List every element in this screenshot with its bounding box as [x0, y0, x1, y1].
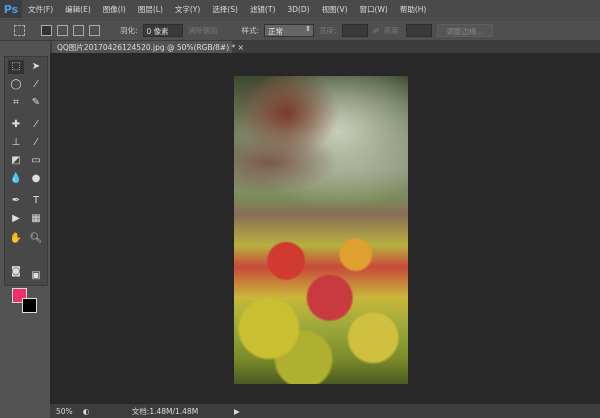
height-input[interactable] — [406, 23, 433, 37]
document-tab-bar: QQ图片20170426124520.jpg @ 50%(RGB/8#) * × — [50, 41, 600, 53]
quick-select-icon[interactable]: ⁄ — [28, 78, 44, 92]
document-canvas[interactable] — [50, 53, 600, 404]
menu-3d[interactable]: 3D(D) — [281, 5, 315, 14]
feather-input[interactable]: 0 像素 — [142, 23, 183, 37]
rectangle-shape-icon[interactable]: ▦ — [28, 212, 44, 226]
path-select-icon[interactable]: ▶ — [8, 212, 24, 226]
menu-image[interactable]: 图像(I) — [97, 4, 132, 15]
height-label: 高度: — [383, 25, 402, 35]
menu-type[interactable]: 文字(Y) — [169, 4, 206, 15]
gradient-icon[interactable]: ▭ — [28, 154, 44, 168]
status-info-icon[interactable]: ◐ — [80, 407, 92, 416]
doc-size: 文档:1.48M/1.48M — [131, 406, 199, 416]
style-select[interactable]: 正常 — [264, 23, 315, 37]
options-bar: 羽化: 0 像素 消除锯齿 样式: 正常 宽度: ⇄ 高度: 调整边缘... — [0, 19, 600, 41]
status-bar: 50% ◐ 文档:1.48M/1.48M ▶ — [50, 404, 600, 418]
stamp-icon[interactable]: ⊥ — [8, 136, 24, 150]
photoshop-logo: Ps — [0, 0, 22, 18]
new-selection-icon[interactable] — [41, 24, 52, 36]
eyedropper-icon[interactable]: ✎ — [28, 96, 44, 110]
swap-icon[interactable]: ⇄ — [373, 26, 379, 35]
menu-filter[interactable]: 滤镜(T) — [244, 4, 281, 15]
add-selection-icon[interactable] — [57, 24, 68, 36]
pen-icon[interactable]: ✒ — [8, 194, 24, 208]
refine-edge-button[interactable]: 调整边缘... — [437, 23, 493, 37]
dodge-icon[interactable]: ● — [28, 172, 44, 186]
menu-layer[interactable]: 图层(L) — [132, 4, 169, 15]
document-tab[interactable]: QQ图片20170426124520.jpg @ 50%(RGB/8#) * × — [52, 41, 244, 53]
marquee-preset-icon[interactable] — [14, 24, 25, 36]
tools-strip: ⬚ ➤ ◯ ⁄ ⌗ ✎ ✚ ⁄ ⊥ ⁄ ◩ ▭ 💧 ● ✒ T ▶ ▦ ✋ 🔍︎… — [4, 56, 48, 286]
quick-mask-icon[interactable]: ◙ — [8, 265, 24, 279]
style-label: 样式: — [241, 25, 260, 35]
status-menu-arrow-icon[interactable]: ▶ — [234, 407, 240, 416]
menu-select[interactable]: 选择(S) — [206, 4, 244, 15]
crop-icon[interactable]: ⌗ — [8, 96, 24, 110]
zoom-level[interactable]: 50% — [50, 407, 80, 416]
brush-icon[interactable]: ⁄ — [28, 118, 44, 132]
menu-view[interactable]: 视图(V) — [316, 4, 354, 15]
subtract-selection-icon[interactable] — [73, 24, 84, 36]
width-label: 宽度: — [319, 25, 337, 35]
menu-edit[interactable]: 编辑(E) — [59, 4, 97, 15]
type-icon[interactable]: T — [28, 194, 44, 208]
rect-marquee-icon[interactable]: ⬚ — [8, 60, 24, 74]
zoom-icon[interactable]: 🔍︎ — [28, 232, 44, 246]
close-tab-icon[interactable]: × — [238, 43, 244, 52]
intersect-selection-icon[interactable] — [89, 24, 100, 36]
screen-mode-icon[interactable]: ▣ — [28, 269, 44, 283]
eraser-icon[interactable]: ◩ — [8, 154, 24, 168]
menu-help[interactable]: 帮助(H) — [394, 4, 433, 15]
photo-image — [234, 76, 408, 384]
tools-panel: ⬚ ➤ ◯ ⁄ ⌗ ✎ ✚ ⁄ ⊥ ⁄ ◩ ▭ 💧 ● ✒ T ▶ ▦ ✋ 🔍︎… — [0, 52, 50, 418]
menu-bar: Ps 文件(F) 编辑(E) 图像(I) 图层(L) 文字(Y) 选择(S) 滤… — [0, 0, 600, 18]
lasso-icon[interactable]: ◯ — [8, 78, 24, 92]
menu-file[interactable]: 文件(F) — [22, 4, 59, 15]
hand-icon[interactable]: ✋ — [8, 232, 24, 246]
width-input[interactable] — [341, 23, 368, 37]
healing-brush-icon[interactable]: ✚ — [8, 118, 24, 132]
background-color-swatch[interactable] — [22, 298, 37, 313]
menu-window[interactable]: 窗口(W) — [354, 4, 394, 15]
blur-icon[interactable]: 💧 — [8, 172, 24, 186]
antialias-checkbox[interactable]: 消除锯齿 — [188, 25, 218, 36]
document-tab-title: QQ图片20170426124520.jpg @ 50%(RGB/8#) * — [57, 43, 236, 52]
move-icon[interactable]: ➤ — [28, 60, 44, 74]
history-brush-icon[interactable]: ⁄ — [28, 136, 44, 150]
feather-label: 羽化: — [120, 25, 138, 35]
